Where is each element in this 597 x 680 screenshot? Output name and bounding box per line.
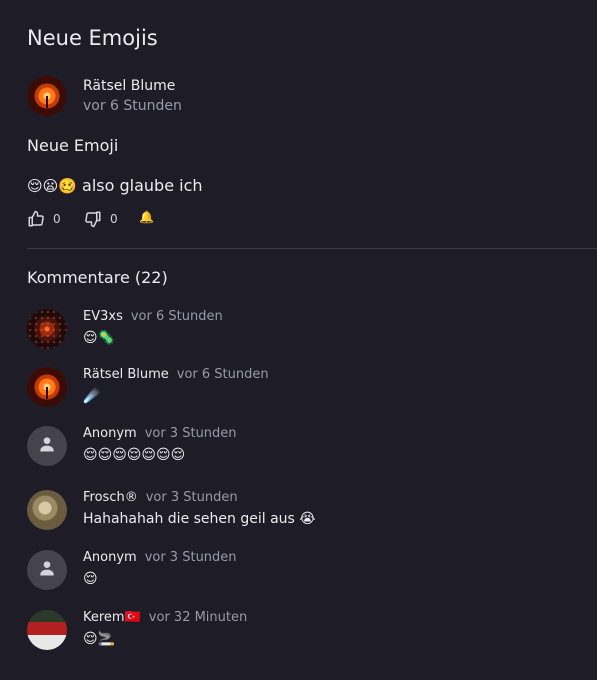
comment-author[interactable]: Anonym xyxy=(83,426,137,441)
post-subject: Neue Emoji xyxy=(27,136,119,155)
comment-item: Rätsel Blume vor 6 Stunden ☄️ xyxy=(27,367,587,409)
comment-author[interactable]: EV3xs xyxy=(83,309,123,324)
frog-avatar[interactable] xyxy=(27,490,67,530)
comment-timestamp: vor 32 Minuten xyxy=(148,610,248,625)
author-avatar[interactable] xyxy=(27,76,67,116)
comment-text: 😌🚬 xyxy=(83,631,116,647)
post-body: 😌😦🥴 also glaube ich xyxy=(27,176,203,195)
anonymous-avatar[interactable] xyxy=(27,426,67,466)
person-icon xyxy=(37,558,57,582)
comment-timestamp: vor 3 Stunden xyxy=(144,550,237,565)
comment-item: EV3xs vor 6 Stunden 😌🦠 xyxy=(27,309,587,351)
comment-author[interactable]: Anonym xyxy=(83,550,137,565)
player-avatar[interactable] xyxy=(27,610,67,650)
like-button[interactable]: 0 xyxy=(27,210,61,228)
comment-item: Anonym vor 3 Stunden 😌😌😌😌😌😌😌 xyxy=(27,426,587,468)
post-header: Rätsel Blume vor 6 Stunden xyxy=(27,76,587,116)
post-actions: 0 0 🔔 xyxy=(27,210,327,232)
author-name[interactable]: Rätsel Blume xyxy=(83,78,175,94)
comment-timestamp: vor 6 Stunden xyxy=(130,309,223,324)
page-title: Neue Emojis xyxy=(27,26,158,50)
dislike-button[interactable]: 0 xyxy=(84,210,118,228)
post-timestamp: vor 6 Stunden xyxy=(83,98,182,114)
bell-button[interactable]: 🔔 xyxy=(139,210,154,224)
section-divider xyxy=(27,248,597,249)
post-body-text: also glaube ich xyxy=(76,176,203,195)
hex-avatar[interactable] xyxy=(27,309,67,349)
dislike-count: 0 xyxy=(110,212,118,226)
comment-text: 😌 xyxy=(83,571,98,587)
comment-item: Kerem🇹🇷 vor 32 Minuten 😌🚬 xyxy=(27,610,587,652)
thumbs-up-icon xyxy=(27,210,45,228)
comment-item: Anonym vor 3 Stunden 😌 xyxy=(27,550,587,592)
comment-timestamp: vor 3 Stunden xyxy=(144,426,237,441)
comment-author[interactable]: Rätsel Blume xyxy=(83,367,169,382)
comment-timestamp: vor 6 Stunden xyxy=(176,367,269,382)
comment-text: Hahahahah die sehen geil aus 😭 xyxy=(83,511,316,527)
comment-item: Frosch® vor 3 Stunden Hahahahah die sehen… xyxy=(27,490,587,532)
person-icon xyxy=(37,434,57,458)
like-count: 0 xyxy=(53,212,61,226)
bell-icon: 🔔 xyxy=(139,210,154,224)
comment-author[interactable]: Kerem🇹🇷 xyxy=(83,610,141,625)
comment-text: 😌😌😌😌😌😌😌 xyxy=(83,447,186,463)
comment-text: 😌🦠 xyxy=(83,330,116,346)
comment-timestamp: vor 3 Stunden xyxy=(145,490,238,505)
thumbs-down-icon xyxy=(84,210,102,228)
post-body-emojis: 😌😦🥴 xyxy=(27,177,77,195)
flower-avatar[interactable] xyxy=(27,367,67,407)
comments-title: Kommentare (22) xyxy=(27,268,168,287)
comment-author[interactable]: Frosch® xyxy=(83,490,138,505)
comment-text: ☄️ xyxy=(83,388,101,404)
anonymous-avatar[interactable] xyxy=(27,550,67,590)
